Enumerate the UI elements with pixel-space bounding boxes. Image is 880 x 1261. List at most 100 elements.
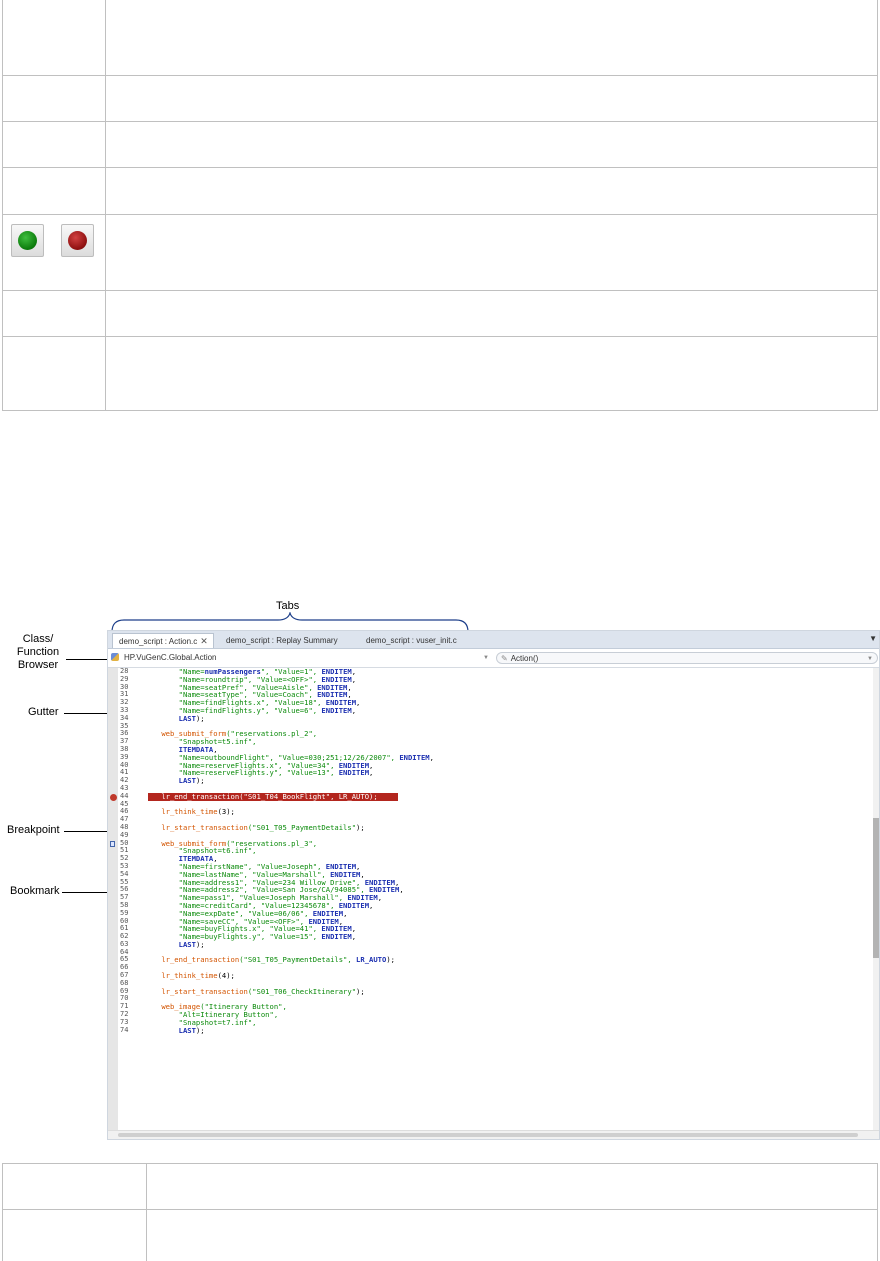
gutter[interactable]	[108, 668, 118, 1131]
annotation-line: Function	[16, 646, 60, 658]
code-token: );	[195, 939, 205, 949]
code-token: ,	[377, 893, 383, 903]
table-column-divider	[146, 1163, 147, 1261]
code-token: ENDITEM	[399, 752, 430, 762]
code-line: LAST);	[144, 939, 434, 949]
bookmark-icon[interactable]	[110, 841, 115, 847]
annotation-line: Class/	[22, 633, 54, 645]
code-token: lr_think_time	[161, 971, 218, 981]
close-icon[interactable]: ✕	[200, 636, 208, 646]
code-token: LR_AUTO	[356, 955, 387, 965]
code-token: (4);	[217, 971, 235, 981]
code-line: LAST);	[144, 713, 434, 723]
run-button[interactable]	[11, 224, 44, 257]
code-line: lr_start_transaction("S01_T05_PaymentDet…	[144, 824, 434, 832]
code-token: ENDITEM	[321, 932, 352, 942]
annotation-leader	[62, 892, 110, 893]
horizontal-scrollbar[interactable]	[108, 1130, 879, 1139]
scrollbar-thumb[interactable]	[118, 1133, 858, 1137]
function-combo[interactable]: ✎ Action() ▼	[496, 652, 878, 664]
code-token: );	[356, 822, 365, 832]
function-combo-value: Action()	[510, 654, 539, 663]
code-token: LAST	[178, 713, 196, 723]
code-token: ("S01_T06_CheckItinerary"	[247, 986, 357, 996]
code-token: );	[195, 776, 205, 786]
code-line: LAST);	[144, 1025, 434, 1035]
table-border-top	[2, 1163, 878, 1164]
code-token: ("S01_T05_PaymentDetails"	[247, 822, 357, 832]
bottom-table	[2, 1163, 878, 1261]
tab-vuser-init[interactable]: demo_script : vuser_init.c	[360, 633, 470, 648]
line-number: 74	[120, 1025, 129, 1034]
gutter-annotation: Gutter	[28, 706, 59, 718]
code-line: lr_end_transaction("S01_T05_PaymentDetai…	[144, 956, 434, 964]
class-function-browser-annotation: Class/ Function Browser	[10, 633, 66, 672]
table-row	[2, 122, 878, 168]
class-function-browser-combo[interactable]: HP.VuGenC.Global.Action ▼	[120, 652, 493, 664]
code-line: LAST);	[144, 777, 434, 785]
class-combo-value: HP.VuGenC.Global.Action	[124, 653, 217, 662]
tab-label: demo_script : Replay Summary	[226, 636, 338, 645]
line-numbers: 28 29 30 31 32 33 34 35 36 37 38 39 40 41 42 43 44 45 46 47…	[120, 667, 140, 1034]
code-area[interactable]: 28 29 30 31 32 33 34 35 36 37 38 39 40 41 42 43 44 45 46 47…	[108, 667, 879, 1131]
green-circle-icon	[18, 231, 37, 250]
annotation-leader	[66, 659, 112, 660]
table-border-right	[877, 1163, 878, 1261]
code-token: (3);	[217, 807, 235, 817]
code-text: "Name=numPassengers", "Value=1", ENDITEM…	[144, 668, 434, 1034]
code-token: ,	[351, 932, 357, 942]
table-row	[2, 215, 878, 291]
code-token: );	[195, 713, 205, 723]
table-border-left	[2, 1163, 3, 1261]
code-token: LAST	[178, 939, 196, 949]
scrollbar-thumb[interactable]	[873, 818, 879, 958]
annotation-leader	[64, 713, 111, 714]
code-token: ,	[369, 768, 374, 778]
code-token: ,	[356, 698, 361, 708]
code-token: LAST	[178, 776, 196, 786]
tab-label: demo_script : vuser_init.c	[366, 636, 457, 645]
code-line: lr_think_time(4);	[144, 972, 434, 980]
code-token: lr_start_transaction	[161, 822, 248, 832]
tab-action-c[interactable]: demo_script : Action.c ✕	[112, 633, 214, 648]
class-icon	[111, 653, 119, 661]
code-token: ,	[343, 908, 348, 918]
tabs-annotation: Tabs	[276, 600, 300, 612]
red-circle-icon	[68, 231, 87, 250]
code-token: ENDITEM	[338, 768, 370, 778]
table-row	[2, 337, 878, 411]
code-editor: demo_script : Action.c ✕ demo_script : Re…	[107, 630, 880, 1140]
code-line: lr_start_transaction("S01_T06_CheckItine…	[144, 986, 434, 996]
chevron-down-icon: ▼	[483, 655, 489, 661]
code-token: ,	[369, 900, 374, 910]
vertical-scrollbar[interactable]	[873, 668, 879, 1131]
tab-replay-summary[interactable]: demo_script : Replay Summary	[220, 633, 350, 648]
table-row	[2, 0, 878, 76]
chevron-down-icon: ▼	[867, 656, 873, 662]
code-token: ("S01_T05_PaymentDetails",	[239, 955, 357, 965]
annotation-leader	[64, 831, 111, 832]
code-token: ,	[399, 885, 404, 895]
tab-list-menu-icon[interactable]: ▼	[869, 634, 877, 643]
table-row	[2, 291, 878, 337]
breakpoint-icon[interactable]	[110, 794, 117, 801]
bookmark-annotation: Bookmark	[10, 885, 60, 897]
code-token: lr_end_transaction	[161, 955, 240, 965]
annotation-line: Browser	[17, 659, 59, 671]
navigation-bar: HP.VuGenC.Global.Action ▼ ✎ Action() ▼	[108, 649, 879, 668]
code-token: );	[386, 955, 395, 965]
code-token: );	[356, 986, 365, 996]
code-token: LAST	[178, 1025, 196, 1035]
code-line: lr_end_transaction("S01_T04_BookFlight",…	[144, 791, 434, 801]
code-token: lr_think_time	[161, 807, 218, 817]
tab-label: demo_script : Action.c	[119, 637, 198, 646]
code-token: lr_end_transaction("S01_T04_BookFlight",…	[161, 791, 378, 801]
code-line: lr_think_time(3);	[144, 808, 434, 816]
code-token: ,	[351, 674, 357, 684]
stop-button[interactable]	[61, 224, 94, 257]
top-table	[2, 0, 878, 411]
